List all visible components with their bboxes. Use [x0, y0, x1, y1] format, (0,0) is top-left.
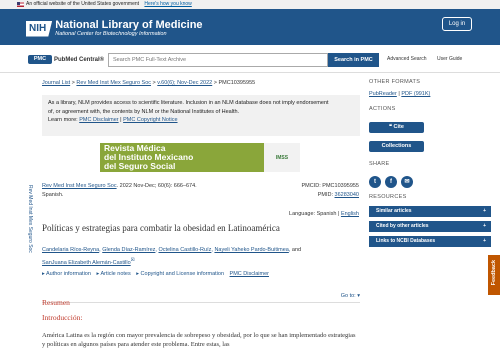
nlm-title: National Library of Medicine — [55, 19, 203, 31]
notice-line-1: As a library, NLM provides access to sci… — [48, 100, 329, 106]
resources-heading: RESOURCES — [369, 194, 407, 200]
corresponding-author-icon: ☒ — [130, 257, 135, 262]
nih-logo-icon: NIH — [26, 20, 53, 37]
heres-how-link[interactable]: Here's how you know — [144, 1, 191, 7]
pmid-link[interactable]: 36283040 — [335, 192, 359, 198]
notice-line-2: of, or agreement with, the contents by N… — [48, 108, 240, 115]
article-notes-toggle[interactable]: ▸ Article notes — [96, 271, 130, 277]
email-icon[interactable]: ✉ — [401, 176, 413, 188]
pmc-search-bar: PMC PubMed Central® Search in PMC Advanc… — [0, 45, 500, 73]
citation-language: Spanish. — [42, 192, 64, 198]
article-title: Políticas y estrategias para combatir la… — [42, 223, 280, 233]
gov-banner: An official website of the United States… — [0, 0, 500, 9]
nlm-disclaimer-notice: As a library, NLM provides access to sci… — [42, 95, 360, 136]
pmc-disclaimer-link[interactable]: PMC Disclaimer — [79, 117, 118, 123]
search-input[interactable] — [108, 53, 328, 67]
share-heading: SHARE — [369, 161, 390, 167]
journal-banner-line-3: del Seguro Social — [104, 161, 176, 171]
notice-learn-more: Learn more: — [48, 117, 78, 123]
actions-heading: ACTIONS — [369, 106, 396, 112]
breadcrumb: Journal List > Rev Med Inst Mex Seguro S… — [42, 80, 256, 86]
ncbi-links-accordion[interactable]: Links to NCBI Databases + — [369, 236, 491, 247]
pubreader-link[interactable]: PubReader — [369, 91, 397, 97]
copyright-license-toggle[interactable]: ▸ Copyright and License information — [136, 271, 224, 277]
nlm-subtitle: National Center for Biotechnology Inform… — [55, 31, 167, 37]
login-button[interactable]: Log in — [442, 17, 472, 31]
collections-button[interactable]: Collections — [369, 141, 424, 152]
citation: Rev Med Inst Mex Seguro Soc. 2022 Nov-De… — [42, 182, 197, 200]
pdf-link[interactable]: PDF (991K) — [401, 91, 430, 97]
cited-by-accordion[interactable]: Cited by other articles + — [369, 221, 491, 232]
citation-details: . 2022 Nov-Dec; 60(6): 666–674. — [116, 183, 197, 189]
author-link[interactable]: Candelaria Ríos-Reyna — [42, 247, 99, 253]
author-link[interactable]: Glenda Díaz-Ramírez — [102, 247, 155, 253]
abstract-body-text: América Latina es la región con mayor pr… — [42, 332, 356, 348]
breadcrumb-current: PMC10395955 — [218, 80, 256, 86]
pmc-disclaimer-link[interactable]: PMC Disclaimer — [230, 271, 269, 277]
facebook-icon[interactable]: f — [385, 176, 397, 188]
citation-journal-link[interactable]: Rev Med Inst Mex Seguro Soc — [42, 183, 117, 189]
author-information-toggle[interactable]: ▸ Author information — [42, 271, 91, 277]
pmc-logo-icon: PMC — [28, 55, 52, 64]
other-formats-heading: OTHER FORMATS — [369, 79, 421, 85]
author-link[interactable]: Octelina Castillo-Ruíz — [158, 247, 211, 253]
language-switcher: Language: Spanish | English — [289, 211, 359, 217]
author-list: Candelaria Ríos-Reyna, Glenda Díaz-Ramír… — [42, 247, 302, 266]
pmcid-value: PMC10395955 — [322, 183, 359, 189]
feedback-tab[interactable]: Feedback — [488, 255, 500, 295]
cite-button[interactable]: ❝ Cite — [369, 122, 424, 133]
pmc-logo[interactable]: PMC PubMed Central® — [28, 55, 104, 64]
breadcrumb-journal-list[interactable]: Journal List — [42, 80, 70, 86]
similar-articles-accordion[interactable]: Similar articles + — [369, 206, 491, 217]
plus-icon: + — [483, 223, 486, 229]
goto-dropdown[interactable]: Go to: ▾ — [341, 293, 360, 299]
breadcrumb-journal[interactable]: Rev Med Inst Mex Seguro Soc — [76, 80, 151, 86]
imss-seal-icon: IMSS — [264, 143, 300, 172]
abstract-section-header: Resumen Go to: ▾ — [42, 292, 360, 307]
breadcrumb-issue[interactable]: v.60(6); Nov-Dec 2022 — [157, 80, 212, 86]
user-guide-link[interactable]: User Guide — [437, 56, 462, 62]
author-link[interactable]: SanJuana Elizabeth Alemán-Castillo — [42, 260, 131, 266]
journal-banner[interactable]: Revista Médica del Instituto Mexicano de… — [100, 143, 300, 172]
us-flag-icon — [17, 2, 24, 7]
pmc-logo-name: PubMed Central® — [54, 56, 105, 63]
intro-heading: Introducción: — [42, 313, 83, 322]
nlm-logo[interactable]: NIH National Library of Medicine Nationa… — [26, 19, 203, 38]
article-ids: PMCID: PMC10395955 PMID: 36283040 — [301, 183, 359, 198]
sidebar: OTHER FORMATS PubReader | PDF (991K) ACT… — [369, 79, 491, 247]
pmc-copyright-link[interactable]: PMC Copyright Notice — [123, 117, 177, 123]
language-english-link[interactable]: English — [341, 211, 359, 217]
nlm-header: NIH National Library of Medicine Nationa… — [0, 9, 500, 45]
plus-icon: + — [483, 238, 486, 244]
article-info-links: ▸ Author information ▸ Article notes ▸ C… — [42, 271, 273, 277]
abstract-heading: Resumen — [42, 298, 70, 307]
plus-icon: + — [483, 208, 486, 214]
feedback-label: Feedback — [491, 260, 497, 286]
journal-side-rail[interactable]: Rev Med Inst Mex Seguro Soc — [27, 185, 37, 305]
gov-banner-text: An official website of the United States… — [26, 1, 140, 7]
twitter-icon[interactable]: t — [369, 176, 381, 188]
journal-side-rail-label: Rev Med Inst Mex Seguro Soc — [27, 185, 33, 253]
author-link[interactable]: Nayeli Yaheko Pardo-Buitimea — [214, 247, 288, 253]
advanced-search-link[interactable]: Advanced Search — [387, 56, 426, 62]
search-button[interactable]: Search in PMC — [328, 53, 379, 67]
language-spanish: Spanish — [316, 211, 337, 217]
